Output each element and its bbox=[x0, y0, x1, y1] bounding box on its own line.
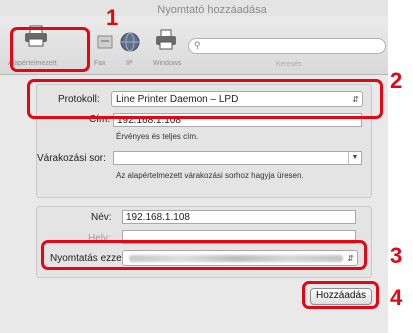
address-hint: Érvényes és teljes cím. bbox=[116, 132, 199, 141]
queue-combobox[interactable]: ▼ bbox=[113, 151, 362, 165]
queue-hint: Az alapértelmezett várakozási sorhoz hag… bbox=[116, 171, 304, 180]
window-title: Nyomtató hozzáadása bbox=[157, 4, 267, 16]
callout-number-4: 4 bbox=[390, 285, 403, 310]
callout-box-1 bbox=[10, 27, 90, 72]
toolbar-fax-label: Fax bbox=[94, 60, 106, 67]
callout-number-2: 2 bbox=[390, 68, 403, 93]
search-icon: ⚲ bbox=[194, 40, 201, 50]
callout-box-4 bbox=[302, 281, 379, 309]
name-value: 192.168.1.108 bbox=[126, 212, 190, 223]
toolbar-ip-button[interactable] bbox=[118, 28, 142, 56]
name-field[interactable]: 192.168.1.108 bbox=[122, 210, 356, 224]
search-input[interactable]: ⚲ bbox=[188, 38, 386, 54]
callout-number-3: 3 bbox=[390, 243, 403, 268]
toolbar-windows-button[interactable] bbox=[152, 24, 180, 56]
search-label: Keresés bbox=[276, 61, 302, 68]
queue-label: Várakozási sor: bbox=[37, 153, 106, 164]
callout-box-2 bbox=[27, 79, 383, 119]
toolbar-ip-label: IP bbox=[126, 60, 133, 67]
name-label: Név: bbox=[91, 212, 112, 223]
globe-icon bbox=[120, 32, 140, 52]
windows-printer-icon bbox=[156, 29, 176, 50]
toolbar-fax-button[interactable] bbox=[92, 28, 118, 56]
fax-icon bbox=[97, 35, 113, 49]
chevron-down-icon[interactable]: ▼ bbox=[348, 152, 361, 164]
toolbar-windows-label: Windows bbox=[153, 60, 182, 67]
callout-number-1: 1 bbox=[106, 5, 119, 30]
callout-box-3 bbox=[41, 240, 367, 270]
title-bar: Nyomtató hozzáadása bbox=[0, 0, 388, 16]
